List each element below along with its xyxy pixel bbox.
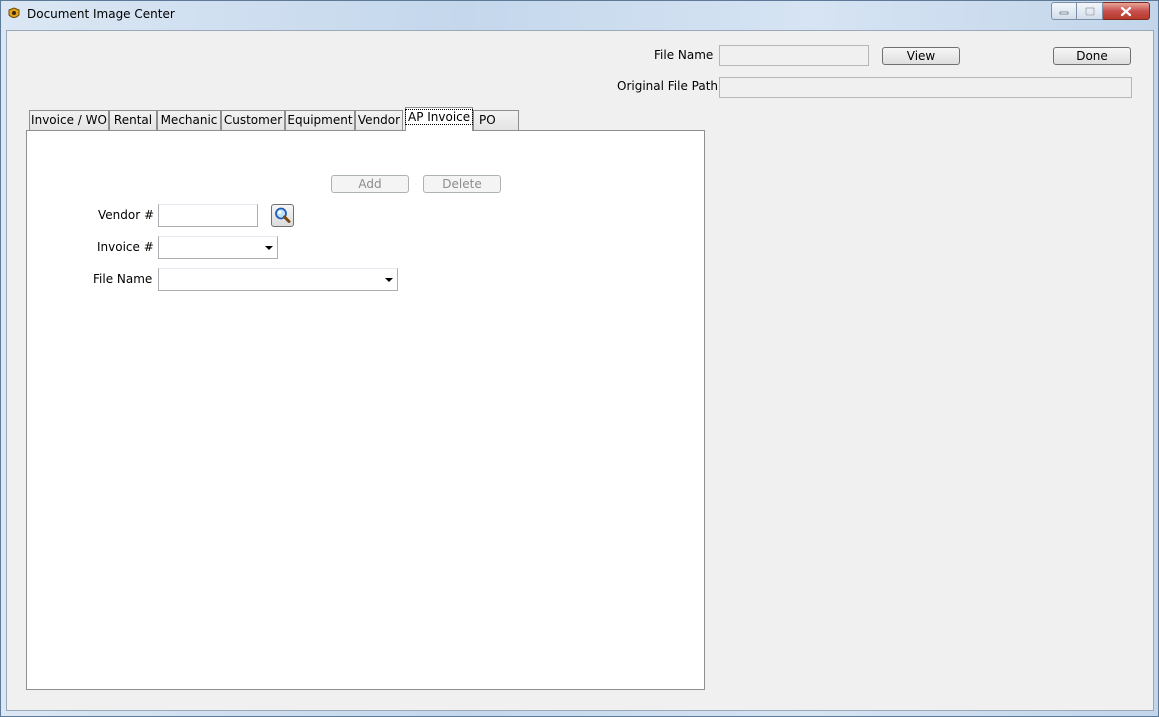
minimize-icon (1059, 11, 1069, 15)
tab-equipment[interactable]: Equipment (285, 110, 355, 131)
original-file-path-field[interactable] (719, 77, 1132, 98)
view-button[interactable]: View (882, 47, 960, 65)
window-title: Document Image Center (27, 7, 175, 21)
tab-po[interactable]: PO (473, 110, 519, 131)
delete-button[interactable]: Delete (423, 175, 501, 193)
vendor-number-label: Vendor # (98, 208, 155, 222)
tab-ap-invoice[interactable]: AP Invoice (404, 107, 474, 131)
close-button[interactable] (1103, 2, 1150, 20)
tab-label: Equipment (287, 113, 353, 127)
tab-mechanic[interactable]: Mechanic (157, 110, 221, 131)
tab-label: Rental (113, 113, 153, 127)
tab-rental[interactable]: Rental (109, 110, 157, 131)
search-icon (275, 207, 291, 223)
file-name-field[interactable] (719, 45, 869, 66)
tab-label: Customer (223, 113, 283, 127)
title-bar[interactable]: Document Image Center (1, 1, 1158, 29)
tab-label: PO (479, 113, 496, 127)
tab-invoice-wo[interactable]: Invoice / WO (29, 110, 109, 131)
file-name-combo[interactable] (158, 268, 398, 291)
maximize-icon (1084, 6, 1095, 16)
minimize-button[interactable] (1051, 2, 1077, 20)
app-window: Document Image Center File Name View Don… (0, 0, 1159, 717)
invoice-number-label: Invoice # (97, 240, 154, 254)
tab-label: Vendor (357, 113, 401, 127)
tab-label: AP Invoice (404, 109, 474, 125)
close-icon (1120, 6, 1132, 16)
ap-invoice-panel: Add Delete Vendor # Invoice # File Name (26, 130, 705, 690)
add-button[interactable]: Add (331, 175, 409, 193)
maximize-button[interactable] (1077, 2, 1103, 20)
chevron-down-icon[interactable] (385, 278, 393, 282)
original-file-path-label: Original File Path (617, 79, 719, 93)
done-button[interactable]: Done (1053, 47, 1131, 65)
tab-label: Mechanic (160, 113, 218, 127)
invoice-number-combo[interactable] (158, 236, 278, 259)
tab-label: Invoice / WO (31, 113, 107, 127)
vendor-search-button[interactable] (271, 204, 294, 227)
file-name-label: File Name (654, 48, 714, 62)
tab-customer[interactable]: Customer (221, 110, 285, 131)
app-icon (8, 7, 20, 18)
file-name-label: File Name (93, 272, 153, 286)
chevron-down-icon[interactable] (265, 246, 273, 250)
tab-vendor[interactable]: Vendor (355, 110, 403, 131)
vendor-number-input[interactable] (158, 204, 258, 227)
